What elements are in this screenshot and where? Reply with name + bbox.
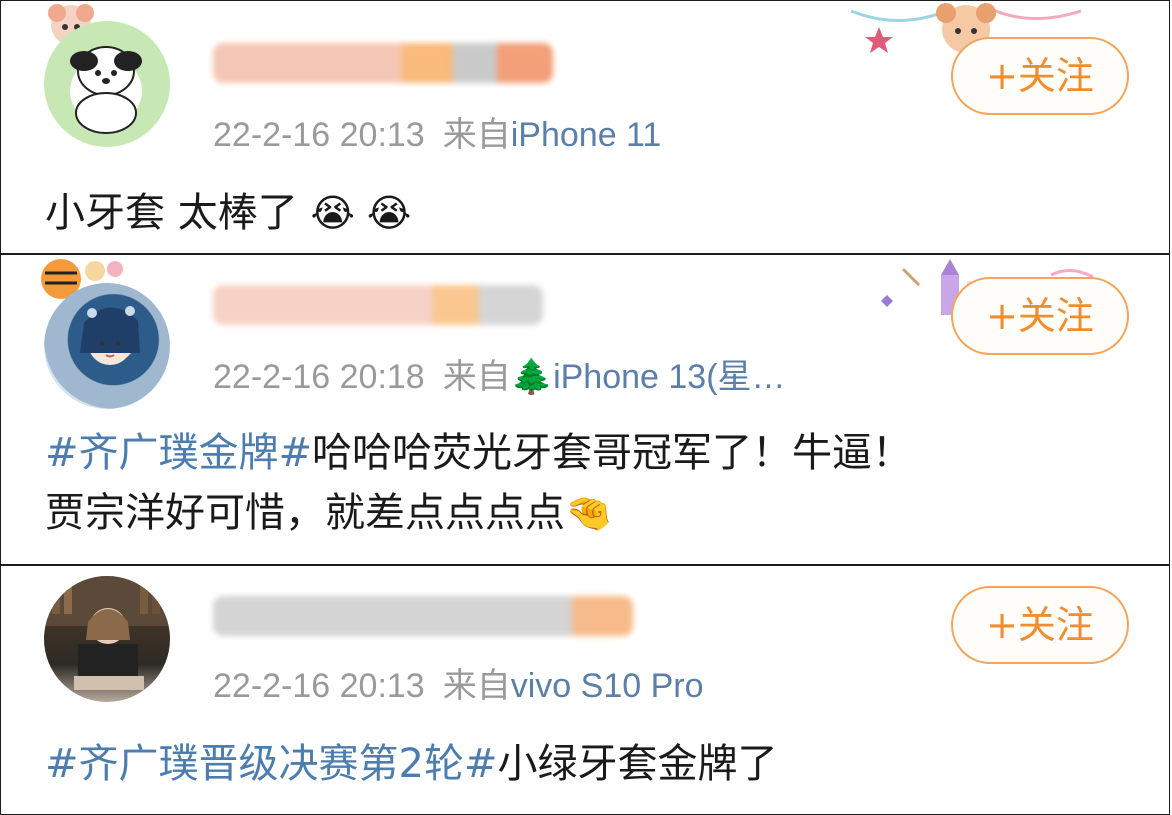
user-avatar[interactable] xyxy=(44,21,170,147)
device-source[interactable]: vivo S10 Pro xyxy=(511,667,704,705)
weibo-comment-list: 22-2-16 20:13 来自iPhone 11 +关注 小牙套 太棒了 😭 😭 xyxy=(0,0,1172,815)
follow-button[interactable]: +关注 xyxy=(951,277,1129,355)
post-card: 22-2-16 20:18 来自🌲iPhone 13(星… +关注 #齐广璞金牌#… xyxy=(0,254,1170,565)
post-meta: 22-2-16 20:18 来自🌲iPhone 13(星… xyxy=(213,349,786,398)
user-avatar[interactable] xyxy=(44,576,170,702)
username-blurred[interactable] xyxy=(213,596,633,636)
post-line-1: #齐广璞金牌#哈哈哈荧光牙套哥冠军了！牛逼！ xyxy=(45,423,912,483)
dog-avatar-icon xyxy=(70,46,142,134)
from-label: 来自 xyxy=(442,667,511,705)
follow-button[interactable]: +关注 xyxy=(951,586,1129,664)
from-label: 来自 xyxy=(442,358,511,396)
device-source[interactable]: 🌲iPhone 13(星… xyxy=(511,358,786,396)
post-content: 小牙套 太棒了 😭 😭 xyxy=(45,183,411,243)
post-card: 22-2-16 20:13 来自vivo S10 Pro +关注 #齐广璞晋级决赛… xyxy=(0,565,1170,815)
library-portrait-icon xyxy=(44,576,170,690)
timestamp: 22-2-16 20:18 xyxy=(213,358,425,396)
post-meta: 22-2-16 20:13 来自iPhone 11 xyxy=(213,107,661,156)
girl-portrait-icon xyxy=(80,306,140,365)
crying-face-icon: 😭 😭 xyxy=(310,191,412,235)
follow-button[interactable]: +关注 xyxy=(951,37,1129,115)
timestamp: 22-2-16 20:13 xyxy=(213,667,425,705)
device-source[interactable]: iPhone 11 xyxy=(511,116,662,154)
username-blurred[interactable] xyxy=(213,285,543,325)
post-text: 贾宗洋好可惜，就差点点点点 xyxy=(45,490,565,536)
post-meta: 22-2-16 20:13 来自vivo S10 Pro xyxy=(213,658,704,707)
username-blurred[interactable] xyxy=(213,43,553,83)
from-label: 来自 xyxy=(442,116,511,154)
user-avatar[interactable] xyxy=(44,283,170,409)
post-line-2: 贾宗洋好可惜，就差点点点点🤏 xyxy=(45,483,912,543)
post-card: 22-2-16 20:13 来自iPhone 11 +关注 小牙套 太棒了 😭 😭 xyxy=(0,0,1170,254)
post-content: #齐广璞晋级决赛第2轮#小绿牙套金牌了 xyxy=(45,734,777,794)
post-content: #齐广璞金牌#哈哈哈荧光牙套哥冠军了！牛逼！ 贾宗洋好可惜，就差点点点点🤏 xyxy=(45,423,912,543)
pinching-hand-icon: 🤏 xyxy=(565,491,613,535)
post-text: 小牙套 太棒了 xyxy=(45,190,298,236)
hashtag-link[interactable]: #齐广璞金牌# xyxy=(45,430,312,476)
post-text: 哈哈哈荧光牙套哥冠军了！牛逼！ xyxy=(312,430,913,476)
post-text: 小绿牙套金牌了 xyxy=(497,741,778,787)
hashtag-link[interactable]: #齐广璞晋级决赛第2轮# xyxy=(45,741,497,787)
timestamp: 22-2-16 20:13 xyxy=(213,116,425,154)
